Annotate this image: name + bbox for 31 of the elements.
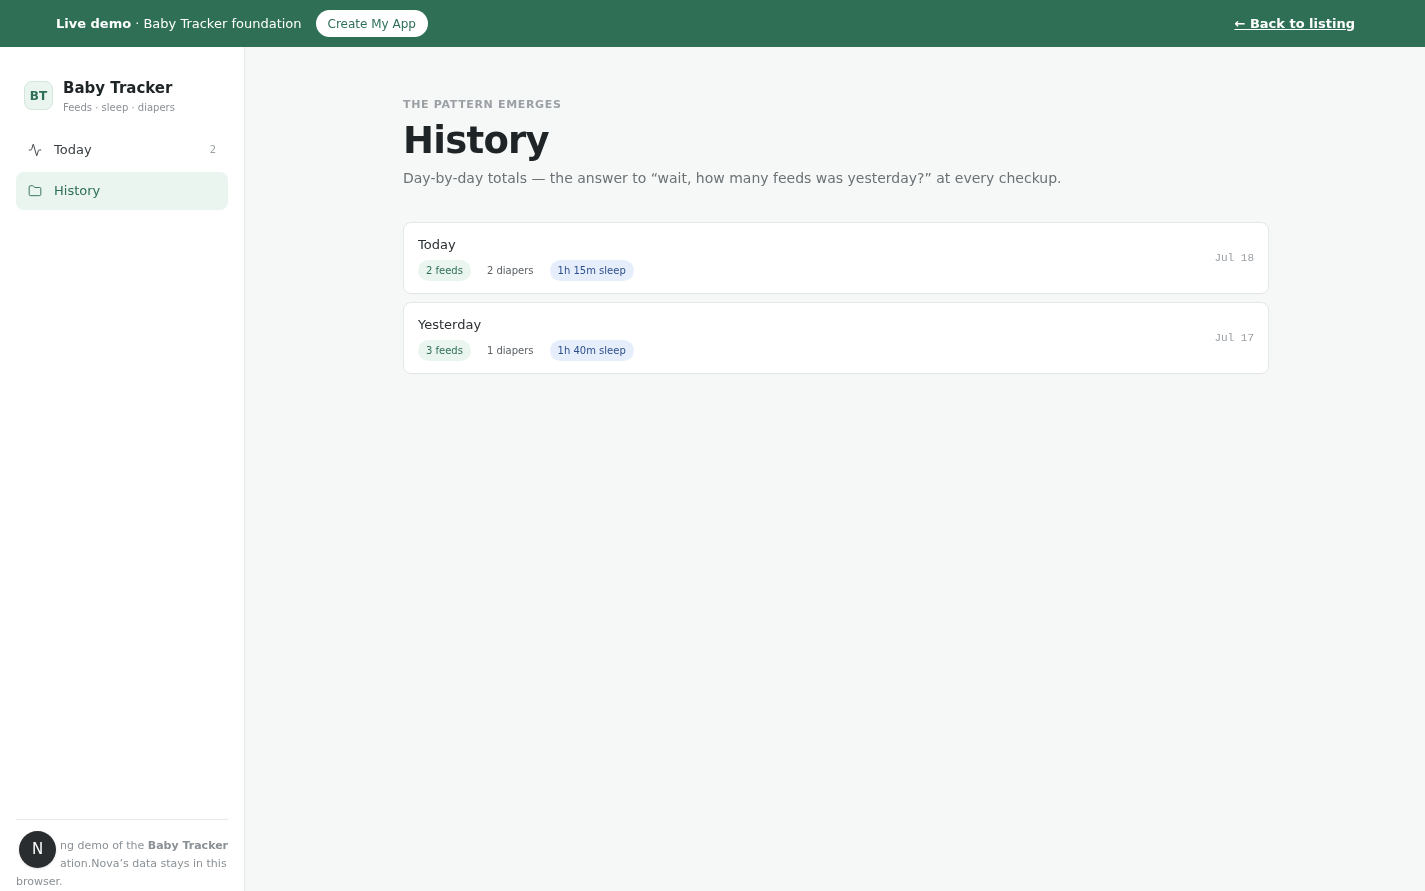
diapers-tag: 2 diapers [478,260,542,281]
app-tagline: Feeds · sleep · diapers [63,100,175,115]
diapers-tag: 1 diapers [478,340,542,361]
sleep-tag: 1h 15m sleep [549,260,634,281]
pulse-icon [28,142,42,157]
footer-note: ng demo of the Baby Tracker [60,838,229,854]
page-title: History [403,117,550,164]
footer-note: ation.Nova’s data stays in this [60,856,228,872]
create-app-button[interactable]: Create My App [315,10,428,37]
day-label: Yesterday [418,315,483,334]
folder-icon [28,183,42,198]
avatar-badge[interactable]: N [19,831,56,868]
app-logo: BT [24,81,53,111]
day-date: Jul 17 [1214,330,1254,346]
nav-item[interactable]: History [16,171,228,210]
feeds-tag: 3 feeds [418,340,471,361]
eyebrow: THE PATTERN EMERGES [403,97,563,113]
banner-text: · Baby Tracker foundation [135,14,302,33]
footer-note: browser. [16,874,64,890]
nav-item[interactable]: Today 2 [16,130,228,169]
day-card[interactable]: Yesterday 3 feeds 1 diapers 1h 40m sleep Jul 17 [403,301,1269,374]
day-date: Jul 18 [1214,250,1254,266]
page-subtitle: Day-by-day totals — the answer to “wait, how many feeds was yesterday?” at every checkup. [403,168,1063,188]
app-name: Baby Tracker [63,78,174,99]
day-card[interactable]: Today 2 feeds 2 diapers 1h 15m sleep Jul 18 [403,221,1269,294]
sleep-tag: 1h 40m sleep [549,340,634,361]
nav-count: 2 [209,143,216,157]
banner-lead: Live demo [56,14,132,33]
day-label: Today [418,235,457,254]
feeds-tag: 2 feeds [418,260,471,281]
back-link[interactable]: ← Back to listing [1234,13,1355,34]
